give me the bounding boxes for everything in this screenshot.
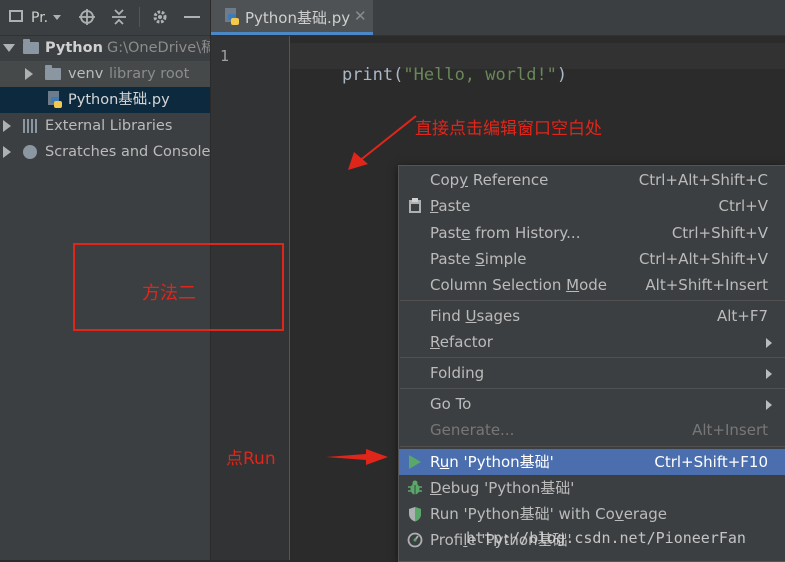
folder-icon [45,65,61,80]
menu-item-shortcut: Ctrl+V [718,197,768,215]
tree-item-label: Python基础.py [68,92,170,108]
gear-icon[interactable] [151,8,169,26]
menu-item-label: Find Usages [430,307,521,325]
python-file-icon [48,91,62,108]
code-paren-close: ) [556,65,568,85]
code-line[interactable]: print("Hello, world!") [301,45,567,105]
menu-separator [400,388,785,389]
menu-item-copy-reference[interactable]: Copy Reference Ctrl+Alt+Shift+C [399,167,785,193]
menu-item-refactor[interactable]: Refactor [399,329,785,355]
submenu-arrow-icon [766,400,772,410]
menu-item-label: Debug 'Python基础' [430,479,575,497]
code-paren-open: ( [393,65,404,85]
close-icon[interactable]: ✕ [354,7,367,25]
menu-item-label: Copy Reference [430,171,549,189]
menu-item-paste[interactable]: Paste Ctrl+V [399,193,785,219]
menu-item-label: Paste from History... [430,224,581,242]
editor-tab-bar: Python基础.py ✕ [211,0,785,36]
menu-item-paste-from-history[interactable]: Paste from History... Ctrl+Shift+V [399,220,785,246]
tree-item-label: venv [68,66,104,82]
collapse-all-icon[interactable] [110,8,128,26]
menu-item-label: Folding [430,364,485,382]
menu-item-shortcut: Alt+Insert [692,421,768,439]
project-toolbar: Pr. [0,0,210,36]
menu-item-run-with-coverage[interactable]: Run 'Python基础' with Coverage [399,501,785,527]
code-function: print [341,65,394,85]
menu-item-paste-simple[interactable]: Paste Simple Ctrl+Alt+Shift+V [399,246,785,272]
menu-item-shortcut: Ctrl+Shift+F10 [654,453,768,471]
menu-item-shortcut: Alt+Shift+Insert [645,276,768,294]
tab-python-file[interactable]: Python基础.py ✕ [211,0,373,35]
submenu-arrow-icon [766,338,772,348]
line-number: 1 [220,47,230,65]
scratches-icon [23,145,37,159]
menu-item-column-selection-mode[interactable]: Column Selection Mode Alt+Shift+Insert [399,272,785,298]
tree-item-python-file[interactable]: Python基础.py [0,87,210,113]
editor-context-menu: Copy Reference Ctrl+Alt+Shift+C Paste Ct… [398,165,785,562]
locate-file-icon[interactable] [78,8,96,26]
annotation-arrow-icon [326,449,388,465]
menu-item-shortcut: Alt+F7 [716,307,768,325]
menu-separator [400,446,785,447]
menu-separator [400,357,785,358]
python-file-icon [225,8,239,25]
project-view-dropdown-icon[interactable] [53,15,61,20]
tree-item-python-project[interactable]: Python G:\OneDrive\稿 [0,35,210,61]
libraries-icon [23,119,39,133]
menu-item-label: Generate... [430,421,515,439]
project-view-icon[interactable] [9,10,23,22]
menu-item-shortcut: Ctrl+Alt+Shift+C [638,171,768,189]
menu-item-folding[interactable]: Folding [399,360,785,386]
tree-item-venv[interactable]: venv library root [0,61,210,87]
submenu-arrow-icon [766,369,772,379]
tree-item-scratches[interactable]: Scratches and Consoles [0,139,210,165]
menu-separator [400,300,785,301]
profiler-icon [407,532,423,548]
menu-item-label: Refactor [430,333,493,351]
project-view-title[interactable]: Pr. [31,8,48,28]
chevron-down-icon[interactable] [3,44,15,52]
hide-panel-icon[interactable] [184,16,200,18]
toolbar-divider [139,7,140,27]
coverage-shield-icon [409,507,421,522]
annotation-click-edit-window: 直接点击编辑窗口空白处 [415,119,602,139]
tree-item-path: G:\OneDrive\稿 [107,40,210,56]
menu-item-label: Paste Simple [430,250,527,268]
chevron-right-icon[interactable] [25,68,33,80]
menu-item-generate: Generate... Alt+Insert [399,417,785,443]
menu-item-label: Go To [430,395,472,413]
menu-item-debug[interactable]: Debug 'Python基础' [399,475,785,501]
run-icon [409,455,421,469]
menu-item-find-usages[interactable]: Find Usages Alt+F7 [399,303,785,329]
menu-item-shortcut: Ctrl+Alt+Shift+V [638,250,768,268]
tree-item-label: External Libraries [45,118,173,134]
menu-item-label: Run 'Python基础' [430,453,554,471]
menu-item-label: Paste [430,197,471,215]
folder-icon [23,39,39,54]
tree-item-meta: library root [109,66,190,82]
chevron-right-icon[interactable] [3,120,11,132]
tree-item-label: Python [45,40,103,56]
chevron-right-icon[interactable] [3,146,11,158]
tab-label: Python基础.py [245,9,351,27]
bug-icon [408,480,422,495]
menu-item-label: Run 'Python基础' with Coverage [430,505,668,523]
annotation-method-two: 方法二 [142,283,196,304]
menu-item-label: Column Selection Mode [430,276,607,294]
annotation-click-run: 点Run [226,449,276,469]
watermark-text: http://blog.csdn.net/PioneerFan [466,529,746,547]
menu-item-run[interactable]: Run 'Python基础' Ctrl+Shift+F10 [399,449,785,475]
tree-item-label: Scratches and Consoles [45,144,210,160]
menu-item-go-to[interactable]: Go To [399,391,785,417]
clipboard-icon [409,198,421,213]
code-string: "Hello, world!" [403,65,557,85]
menu-item-shortcut: Ctrl+Shift+V [671,224,768,242]
tree-item-external-libraries[interactable]: External Libraries [0,113,210,139]
